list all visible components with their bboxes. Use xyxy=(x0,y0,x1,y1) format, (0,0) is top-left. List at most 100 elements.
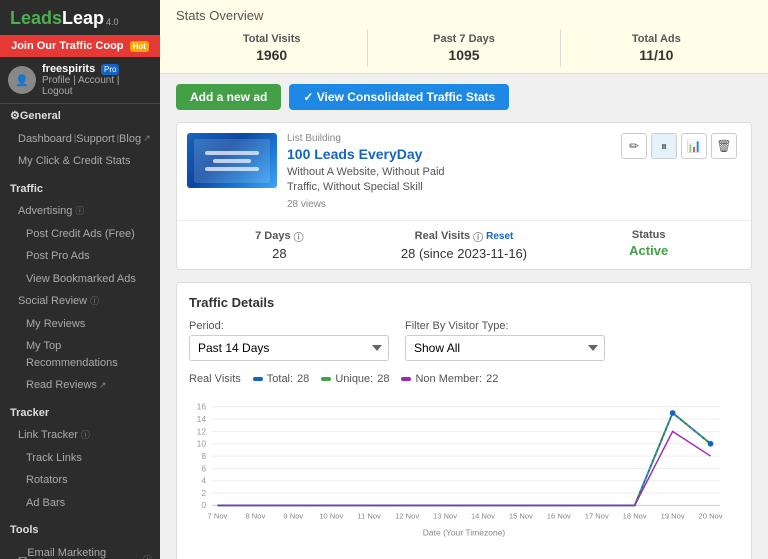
action-buttons: Add a new ad ✓ View Consolidated Traffic… xyxy=(176,84,752,110)
view-consolidated-button[interactable]: ✓ View Consolidated Traffic Stats xyxy=(289,84,509,110)
user-info: freespirits Pro Profile | Account | Logo… xyxy=(42,63,152,97)
sidebar-item-read-reviews[interactable]: Read Reviews ↗ xyxy=(0,374,160,397)
pause-ad-button[interactable]: ⏸ xyxy=(651,133,677,159)
support-label: Support xyxy=(76,131,115,148)
sidebar-item-advertising[interactable]: Advertising ⓘ xyxy=(0,200,160,223)
advertising-label: Advertising xyxy=(18,203,72,220)
legend-real-visits-label: Real Visits xyxy=(189,373,241,385)
logout-link[interactable]: Logout xyxy=(42,86,73,97)
svg-text:12 Nov: 12 Nov xyxy=(395,511,419,520)
filter-row: Period: Past 14 Days Past 7 Days Past 30… xyxy=(189,320,739,361)
legend-nonmember-value: 22 xyxy=(486,373,498,385)
sidebar-item-post-credit-ads[interactable]: Post Credit Ads (Free) xyxy=(0,223,160,246)
real-visits-info-icon[interactable]: ⓘ xyxy=(473,229,483,244)
ad-thumbnail xyxy=(187,133,277,188)
svg-text:17 Nov: 17 Nov xyxy=(585,511,609,520)
legend-total-label: Total: xyxy=(267,373,293,385)
svg-text:4: 4 xyxy=(201,475,206,485)
user-profile-area: 👤 freespirits Pro Profile | Account | Lo… xyxy=(0,57,160,104)
reset-link[interactable]: Reset xyxy=(486,231,513,242)
ad-category: List Building xyxy=(287,133,611,144)
social-review-label: Social Review xyxy=(18,293,87,310)
legend-nonmember-label: Non Member: xyxy=(415,373,482,385)
svg-text:11 Nov: 11 Nov xyxy=(357,511,381,520)
ad-stat-7days-value: 28 xyxy=(187,246,372,261)
ad-stat-status: Status Active xyxy=(556,229,741,261)
general-label: General xyxy=(20,108,61,125)
avatar: 👤 xyxy=(8,66,36,94)
visitor-type-select[interactable]: Show All Real Visits Unique Non Member xyxy=(405,335,605,361)
sidebar-logo: LeadsLeap 4.0 xyxy=(0,0,160,35)
sidebar-item-bookmarked-ads[interactable]: View Bookmarked Ads xyxy=(0,268,160,291)
ad-stats-row: 7 Days ⓘ 28 Real Visits ⓘ Reset 28 (sinc… xyxy=(177,220,751,269)
tracker-section-label: Tracker xyxy=(10,405,49,422)
sidebar-item-general[interactable]: ⚙ General xyxy=(0,104,160,128)
advertising-info-icon: ⓘ xyxy=(75,205,84,219)
svg-text:19 Nov: 19 Nov xyxy=(661,511,685,520)
dashboard-label: Dashboard xyxy=(18,131,72,148)
stats-ad-button[interactable]: 📊 xyxy=(681,133,707,159)
ad-stat-7days: 7 Days ⓘ 28 xyxy=(187,229,372,261)
visitor-type-filter-label: Filter By Visitor Type: xyxy=(405,320,605,332)
legend-unique-label: Unique: xyxy=(335,373,373,385)
sidebar-item-social-review[interactable]: Social Review ⓘ xyxy=(0,290,160,313)
sidebar-item-email-marketing[interactable]: ✉ Email Marketing (SendSteed) ⓘ xyxy=(0,542,160,559)
account-link[interactable]: Account xyxy=(78,75,114,86)
sidebar-item-link-tracker[interactable]: Link Tracker ⓘ xyxy=(0,424,160,447)
tools-section-label: Tools xyxy=(10,522,39,539)
ad-title[interactable]: 100 Leads EveryDay xyxy=(287,146,611,162)
sidebar-item-dashboard[interactable]: Dashboard | Support | Blog ↗ xyxy=(0,128,160,151)
delete-ad-button[interactable]: 🗑 xyxy=(711,133,737,159)
svg-text:14 Nov: 14 Nov xyxy=(471,511,495,520)
svg-text:8: 8 xyxy=(201,451,206,461)
social-review-info-icon: ⓘ xyxy=(90,295,99,309)
user-links: Profile | Account | Logout xyxy=(42,75,152,97)
svg-text:16: 16 xyxy=(197,401,207,411)
ad-thumb-inner xyxy=(194,139,271,183)
stats-overview-title: Stats Overview xyxy=(176,8,752,23)
svg-text:13 Nov: 13 Nov xyxy=(433,511,457,520)
legend-total: Total: 28 xyxy=(253,373,310,385)
legend-total-value: 28 xyxy=(297,373,309,385)
profile-link[interactable]: Profile xyxy=(42,75,70,86)
ad-info: List Building 100 Leads EveryDay Without… xyxy=(287,133,611,210)
ad-card: List Building 100 Leads EveryDay Without… xyxy=(176,122,752,270)
days7-info-icon[interactable]: ⓘ xyxy=(294,229,304,244)
visitor-type-filter-group: Filter By Visitor Type: Show All Real Vi… xyxy=(405,320,605,361)
post-credit-ads-label: Post Credit Ads (Free) xyxy=(26,226,135,243)
coop-button[interactable]: Join Our Traffic Coop Hot xyxy=(0,35,160,57)
sidebar-item-top-recommendations[interactable]: My Top Recommendations xyxy=(0,335,160,374)
main-content: Stats Overview Total Visits 1960 Past 7 … xyxy=(160,0,768,559)
general-icon: ⚙ xyxy=(10,108,20,125)
thumb-line-1 xyxy=(205,151,259,155)
edit-ad-button[interactable]: ✏ xyxy=(621,133,647,159)
sidebar-item-track-links[interactable]: Track Links xyxy=(0,447,160,470)
legend-nonmember-dot xyxy=(401,377,411,381)
sidebar-item-click-credit[interactable]: My Click & Credit Stats xyxy=(0,150,160,173)
sidebar-item-my-reviews[interactable]: My Reviews xyxy=(0,313,160,336)
svg-text:2: 2 xyxy=(201,488,206,498)
period-select[interactable]: Past 14 Days Past 7 Days Past 30 Days Al… xyxy=(189,335,389,361)
period-filter-label: Period: xyxy=(189,320,389,332)
link-tracker-label: Link Tracker xyxy=(18,427,78,444)
link-tracker-info-icon: ⓘ xyxy=(81,429,90,443)
legend-unique-dot xyxy=(321,377,331,381)
ad-stat-real-visits-label: Real Visits ⓘ Reset xyxy=(372,229,557,244)
svg-text:10 Nov: 10 Nov xyxy=(319,511,343,520)
sidebar-tracker-section: Tracker xyxy=(0,401,160,425)
chart-legend: Real Visits Total: 28 Unique: 28 Non Mem… xyxy=(189,373,739,385)
ad-stat-status-label: Status xyxy=(556,229,741,241)
add-new-ad-button[interactable]: Add a new ad xyxy=(176,84,281,110)
sidebar-item-post-pro-ads[interactable]: Post Pro Ads xyxy=(0,245,160,268)
past7days-label: Past 7 Days xyxy=(368,33,559,45)
logo-text: LeadsLeap xyxy=(10,8,104,29)
traffic-details: Traffic Details Period: Past 14 Days Pas… xyxy=(176,282,752,559)
logo-version: 4.0 xyxy=(106,17,119,27)
sidebar-item-ad-bars[interactable]: Ad Bars xyxy=(0,492,160,515)
coop-label: Join Our Traffic Coop xyxy=(11,40,123,52)
read-reviews-label: Read Reviews xyxy=(26,377,97,394)
chart-container: 16 14 12 10 8 6 4 2 0 xyxy=(189,391,739,559)
content-area: Add a new ad ✓ View Consolidated Traffic… xyxy=(160,74,768,559)
svg-text:15 Nov: 15 Nov xyxy=(509,511,533,520)
sidebar-item-rotators[interactable]: Rotators xyxy=(0,469,160,492)
